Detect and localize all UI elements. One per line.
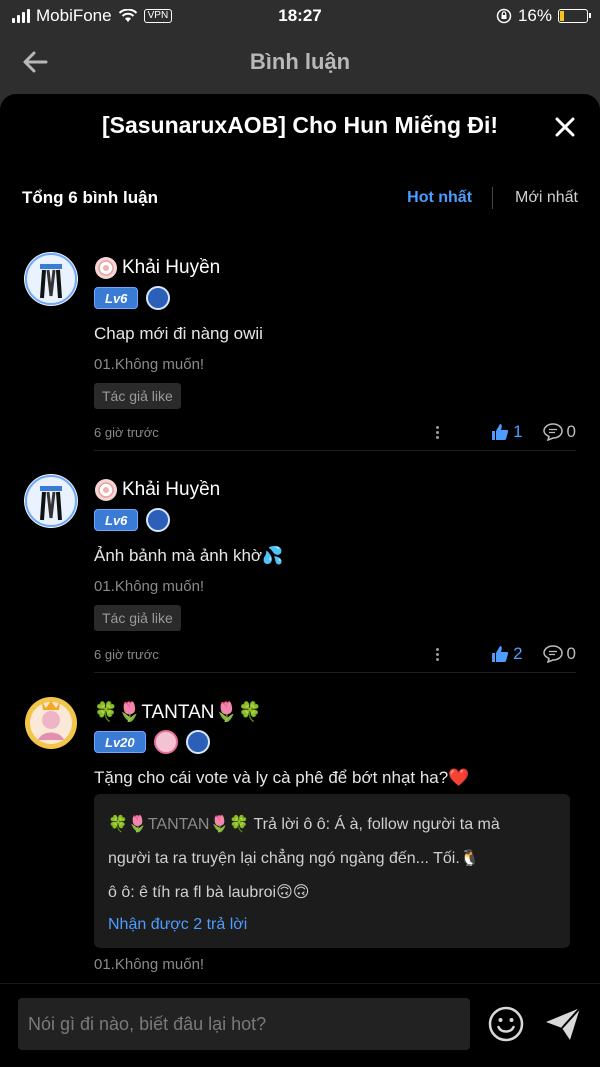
comment-text: Chap mới đi nàng owii <box>94 324 263 343</box>
author-like-tag: Tác giả like <box>94 605 181 631</box>
comment-meta: 6 giờ trước 2 0 <box>94 643 576 665</box>
avatar[interactable] <box>24 252 78 306</box>
comment-bubble-icon <box>542 645 563 663</box>
rabbit-medal-icon <box>153 730 178 754</box>
avatar[interactable] <box>24 696 78 750</box>
chapter-label[interactable]: 01.Không muốn! <box>94 956 204 973</box>
tab-newest[interactable]: Mới nhất <box>515 189 578 207</box>
rotation-lock-icon <box>496 8 512 24</box>
comment-time: 6 giờ trước <box>94 646 159 662</box>
chapter-label[interactable]: 01.Không muốn! <box>94 356 204 373</box>
author-like-tag: Tác giả like <box>94 383 181 409</box>
story-title: [SasunaruxAOB] Cho Hun Miếng Đi! <box>101 112 499 138</box>
comment-item: Khải Huyền Lv6 Ảnh bảnh mà ảnh khờ💦 01.K… <box>0 466 600 673</box>
send-icon[interactable] <box>544 1006 582 1042</box>
wifi-icon <box>118 9 137 22</box>
medal-icon <box>185 730 210 754</box>
avatar[interactable] <box>24 474 78 528</box>
comment-divider <box>94 450 576 451</box>
comments-sheet: [SasunaruxAOB] Cho Hun Miếng Đi! Tổng 6 … <box>0 94 600 1067</box>
user-badges: Lv6 <box>94 286 171 310</box>
level-badge: Lv6 <box>94 509 139 531</box>
reply-line: người ta ra truyện lại chẳng ngó ngàng đ… <box>108 850 480 867</box>
comment-filter-bar: Tổng 6 bình luận Hot nhất Mới nhất <box>22 186 578 210</box>
status-bar: MobiFone VPN 18:27 16% <box>0 0 600 32</box>
thumbs-up-icon <box>492 424 509 440</box>
comment-count: Tổng 6 bình luận <box>22 188 158 207</box>
comment-item: Khải Huyền Lv6 Chap mới đi nàng owii 01.… <box>0 244 600 451</box>
more-options-icon[interactable] <box>427 422 447 442</box>
commenter-name[interactable]: Khải Huyền <box>94 256 220 280</box>
medal-icon <box>146 508 171 532</box>
level-badge: Lv6 <box>94 287 139 309</box>
back-arrow-icon[interactable] <box>20 46 52 78</box>
comment-item: 🍀🌷TANTAN🌷🍀 Lv20 Tặng cho cái vote và ly … <box>0 688 600 988</box>
comment-time: 6 giờ trước <box>94 424 159 440</box>
reply-thread[interactable]: 🍀🌷TANTAN🌷🍀 Trả lời ô ô: Á à, follow ngườ… <box>94 794 570 948</box>
user-badges: Lv20 <box>94 730 210 754</box>
reply-line: ô ô: ê tíh ra fl bà laubroi🙃🙃 <box>108 884 310 901</box>
reply-button[interactable]: 0 <box>542 422 576 442</box>
battery-percent: 16% <box>517 6 552 25</box>
carrier-name: MobiFone <box>36 6 112 25</box>
page-title: Bình luận <box>249 49 351 74</box>
comment-text: Ảnh bảnh mà ảnh khờ💦 <box>94 546 284 565</box>
signal-icon <box>12 9 30 23</box>
chapter-label[interactable]: 01.Không muốn! <box>94 578 204 595</box>
tab-divider <box>492 187 494 209</box>
app-header: Bình luận <box>0 32 600 92</box>
battery-icon <box>558 9 591 23</box>
thumbs-up-icon <box>492 646 509 662</box>
comment-text: Tặng cho cái vote và ly cà phê để bớt nh… <box>94 768 470 787</box>
like-button[interactable]: 2 <box>491 644 523 664</box>
view-replies-link[interactable]: Nhận được 2 trả lời <box>108 910 556 940</box>
level-badge: Lv20 <box>94 731 146 753</box>
commenter-name[interactable]: Khải Huyền <box>94 478 220 502</box>
comment-meta: 6 giờ trước 1 0 <box>94 421 576 443</box>
comment-input[interactable] <box>18 998 470 1050</box>
comment-composer <box>0 983 600 1067</box>
emoji-icon[interactable] <box>488 1006 524 1042</box>
reply-line: 🍀🌷TANTAN🌷🍀 Trả lời ô ô: Á à, follow ngườ… <box>108 816 500 833</box>
flower-badge-icon <box>95 479 117 501</box>
vpn-badge: VPN <box>143 9 173 23</box>
comment-bubble-icon <box>542 423 563 441</box>
user-badges: Lv6 <box>94 508 171 532</box>
reply-button[interactable]: 0 <box>542 644 576 664</box>
comment-divider <box>94 672 576 673</box>
medal-icon <box>146 286 171 310</box>
flower-badge-icon <box>95 257 117 279</box>
more-options-icon[interactable] <box>427 644 447 664</box>
tab-hot[interactable]: Hot nhất <box>407 189 472 207</box>
like-button[interactable]: 1 <box>491 422 523 442</box>
close-icon[interactable] <box>554 116 576 138</box>
commenter-name[interactable]: 🍀🌷TANTAN🌷🍀 <box>94 700 262 724</box>
